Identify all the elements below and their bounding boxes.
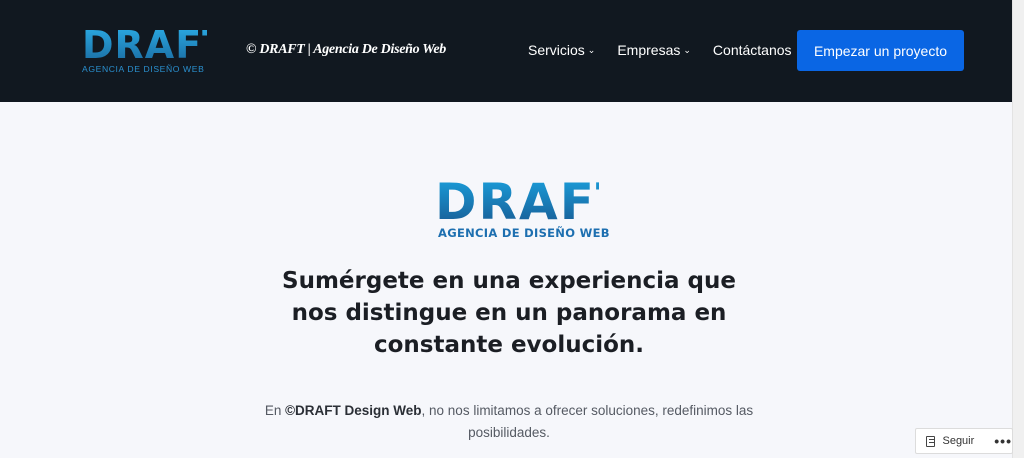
nav-item-servicios[interactable]: Servicios ⌄ — [528, 42, 595, 58]
header-logo-tagline: AGENCIA DE DISEÑO WEB — [82, 64, 205, 74]
more-options-icon[interactable]: ••• — [994, 433, 1012, 449]
header-logo-word: DRAFT — [82, 23, 230, 67]
site-title[interactable]: © DRAFT | Agencia De Diseño Web — [246, 42, 446, 58]
header-logo[interactable]: DRAFT AGENCIA DE DISEÑO WEB — [82, 23, 230, 76]
follow-button-label: Seguir — [942, 435, 975, 447]
site-header: DRAFT AGENCIA DE DISEÑO WEB © DRAFT | Ag… — [0, 0, 1012, 102]
hero-headline: Sumérgete en una experiencia que nos dis… — [282, 268, 736, 358]
chevron-down-icon: ⌄ — [587, 44, 596, 55]
follow-widget[interactable]: Seguir ••• — [915, 428, 1013, 454]
page-scrollbar[interactable] — [1012, 0, 1024, 458]
body-prefix: En — [264, 403, 286, 418]
start-project-button[interactable]: Empezar un proyecto — [797, 30, 964, 71]
nav-item-label: Empresas — [617, 42, 681, 58]
main-nav: Servicios ⌄ Empresas ⌄ Contáctanos — [528, 42, 814, 58]
hero-body-text: En ©DRAFT Design Web, no nos limitamos a… — [262, 400, 756, 444]
hero-logo-word: DRAFT — [435, 173, 632, 231]
body-brand: ©DRAFT Design Web — [285, 403, 422, 418]
nav-item-contactanos[interactable]: Contáctanos — [713, 42, 792, 58]
body-suffix: , no nos limitamos a ofrecer soluciones,… — [421, 403, 754, 440]
reader-icon — [926, 435, 936, 447]
hero-logo: DRAFT AGENCIA DE DISEÑO WEB — [435, 173, 632, 242]
nav-item-label: Contáctanos — [712, 42, 792, 58]
hero-logo-tagline: AGENCIA DE DISEÑO WEB — [438, 226, 610, 240]
chevron-down-icon: ⌄ — [683, 44, 691, 55]
nav-item-label: Servicios — [528, 42, 585, 58]
nav-item-empresas[interactable]: Empresas ⌄ — [617, 42, 691, 58]
